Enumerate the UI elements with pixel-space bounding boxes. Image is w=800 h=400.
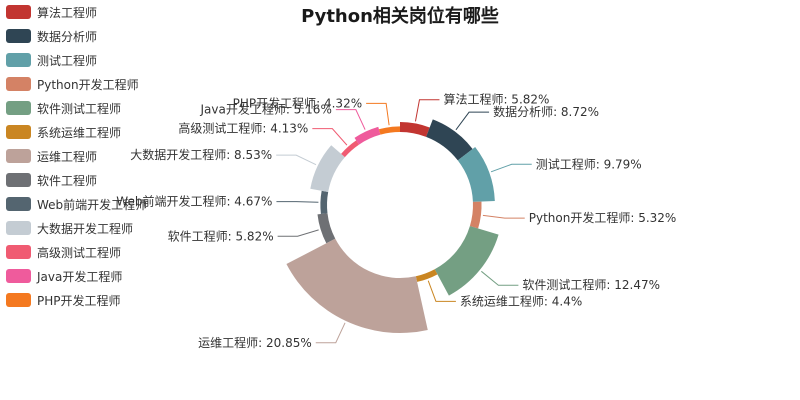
- legend-item[interactable]: 软件工程师: [6, 168, 147, 192]
- legend-item[interactable]: 大数据开发工程师: [6, 216, 147, 240]
- pie-slice[interactable]: [286, 238, 428, 333]
- legend-swatch: [6, 293, 31, 307]
- label-leader-line: [366, 102, 390, 126]
- legend-swatch: [6, 221, 31, 235]
- slice-label: 软件工程师: 5.82%: [168, 228, 274, 243]
- legend-swatch: [6, 5, 31, 19]
- slice-label: 软件测试工程师: 12.47%: [522, 277, 660, 292]
- pie-slice[interactable]: [341, 140, 360, 158]
- pie-slice[interactable]: [426, 119, 473, 161]
- label-leader-line: [481, 270, 519, 286]
- slice-label: Python开发工程师: 5.32%: [529, 210, 677, 225]
- legend-label: 系统运维工程师: [37, 125, 122, 140]
- legend-swatch: [6, 125, 31, 139]
- legend-swatch: [6, 173, 31, 187]
- label-leader-line: [455, 111, 490, 131]
- slice-label: 高级测试工程师: 4.13%: [178, 121, 308, 136]
- legend-swatch: [6, 149, 31, 163]
- legend-swatch: [6, 53, 31, 67]
- legend-label: Python开发工程师: [37, 77, 139, 92]
- legend-swatch: [6, 245, 31, 259]
- slice-label: 系统运维工程师: 4.4%: [460, 293, 582, 308]
- legend-item[interactable]: 运维工程师: [6, 144, 147, 168]
- label-leader-line: [490, 163, 532, 173]
- legend-item[interactable]: 数据分析师: [6, 24, 147, 48]
- slice-label: 大数据开发工程师: 8.53%: [130, 147, 272, 162]
- label-leader-line: [276, 154, 317, 166]
- legend-label: Web前端开发工程师: [37, 197, 148, 212]
- pie-slice[interactable]: [310, 145, 345, 192]
- legend-item[interactable]: Web前端开发工程师: [6, 192, 147, 216]
- legend-item[interactable]: 测试工程师: [6, 48, 147, 72]
- label-leader-line: [315, 322, 346, 344]
- label-leader-line: [414, 99, 440, 122]
- slice-label: PHP开发工程师: 4.32%: [233, 95, 362, 110]
- legend-item[interactable]: PHP开发工程师: [6, 288, 147, 312]
- label-leader-line: [482, 214, 525, 219]
- pie-slice[interactable]: [354, 126, 381, 145]
- label-leader-line: [335, 109, 366, 130]
- legend-label: 数据分析师: [37, 29, 98, 44]
- legend-item[interactable]: Java开发工程师: [6, 264, 147, 288]
- legend-item[interactable]: 软件测试工程师: [6, 96, 147, 120]
- pie-slice[interactable]: [469, 201, 482, 229]
- legend-label: Java开发工程师: [37, 269, 123, 284]
- legend-swatch: [6, 77, 31, 91]
- legend-label: 高级测试工程师: [37, 245, 122, 260]
- pie-slice[interactable]: [317, 213, 336, 244]
- legend-label: 测试工程师: [37, 53, 98, 68]
- legend-label: 运维工程师: [37, 149, 98, 164]
- chart-legend: 算法工程师数据分析师测试工程师 Python开发工程师 软件测试工程师 系统运维工程师…: [6, 0, 147, 312]
- legend-swatch: [6, 29, 31, 43]
- legend-label: 软件测试工程师: [37, 101, 122, 116]
- legend-label: 算法工程师: [37, 5, 98, 20]
- pie-slice[interactable]: [400, 121, 430, 137]
- slice-label: 测试工程师: 9.79%: [536, 156, 642, 171]
- legend-item[interactable]: 高级测试工程师: [6, 240, 147, 264]
- legend-item[interactable]: 算法工程师: [6, 0, 147, 24]
- legend-item[interactable]: 系统运维工程师: [6, 120, 147, 144]
- legend-label: 大数据开发工程师: [37, 221, 134, 236]
- label-leader-line: [276, 201, 319, 203]
- label-leader-line: [277, 229, 319, 237]
- pie-slice[interactable]: [434, 226, 499, 296]
- legend-swatch: [6, 101, 31, 115]
- legend-label: 软件工程师: [37, 173, 98, 188]
- legend-label: PHP开发工程师: [37, 293, 121, 308]
- pie-slice[interactable]: [378, 126, 400, 135]
- pie-slice[interactable]: [320, 190, 329, 215]
- label-leader-line: [312, 128, 348, 146]
- slice-label: 数据分析师: 8.72%: [493, 104, 599, 119]
- pie-slice[interactable]: [415, 269, 438, 282]
- legend-swatch: [6, 269, 31, 283]
- legend-item[interactable]: Python开发工程师: [6, 72, 147, 96]
- legend-swatch: [6, 197, 31, 211]
- slice-label: 运维工程师: 20.85%: [198, 335, 312, 350]
